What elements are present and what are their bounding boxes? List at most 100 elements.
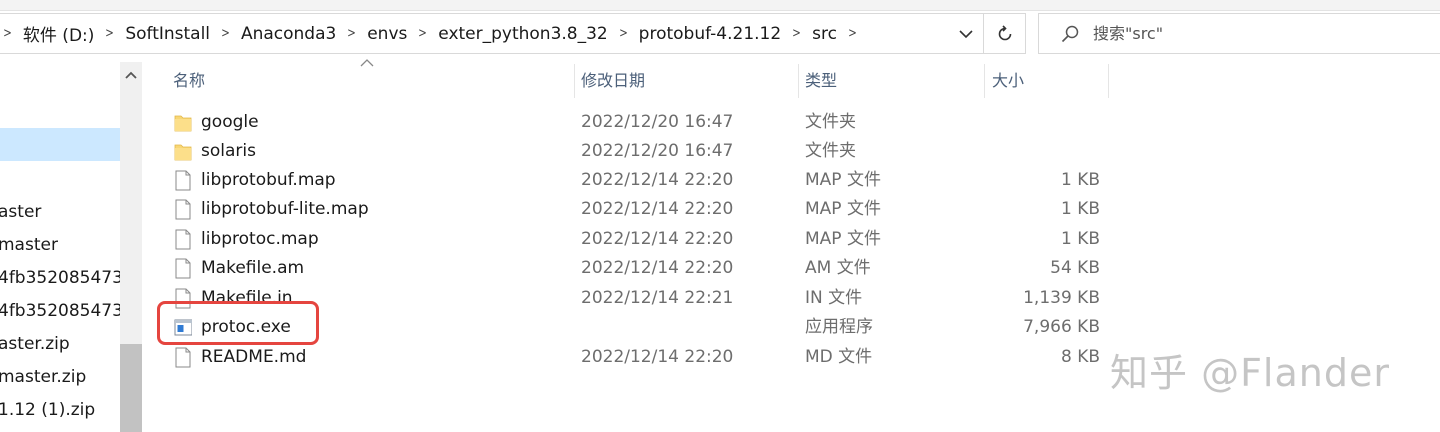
file-icon — [175, 199, 191, 220]
breadcrumb-softinstall[interactable]: SoftInstall — [125, 24, 210, 44]
nav-item[interactable]: aster.zip — [0, 328, 70, 361]
file-size: 1 KB — [1060, 199, 1100, 219]
file-date: 2022/12/20 16:47 — [581, 112, 734, 132]
file-type: MAP 文件 — [805, 170, 881, 190]
column-header-size[interactable]: 大小 — [992, 64, 1024, 98]
nav-item[interactable]: master — [0, 229, 58, 262]
file-icon — [175, 288, 191, 309]
breadcrumb-drive[interactable]: 软件 (D:) — [23, 21, 95, 46]
column-divider[interactable] — [574, 64, 575, 98]
file-size: 7,966 KB — [1023, 317, 1100, 337]
column-divider[interactable] — [1108, 64, 1109, 98]
file-row[interactable]: README.md 2022/12/14 22:20 MD 文件 8 KB — [170, 343, 1110, 372]
chevron-right-icon[interactable]: > — [418, 26, 427, 41]
chevron-right-icon[interactable]: > — [347, 26, 356, 41]
nav-item[interactable]: 4fb3520854736 — [0, 262, 120, 295]
chevron-right-icon[interactable]: > — [792, 26, 801, 41]
file-row[interactable]: libprotobuf-lite.map 2022/12/14 22:20 MA… — [170, 195, 1110, 224]
file-date: 2022/12/14 22:20 — [581, 199, 734, 219]
scrollbar-thumb[interactable] — [120, 344, 142, 432]
nav-scrollbar[interactable] — [120, 62, 142, 432]
watermark: 知乎 @Flander — [1110, 351, 1390, 395]
address-bar[interactable]: > 软件 (D:) > SoftInstall > Anaconda3 > en… — [0, 13, 984, 54]
column-header-type[interactable]: 类型 — [805, 64, 837, 98]
scroll-up-button[interactable] — [120, 62, 142, 88]
refresh-button[interactable] — [984, 13, 1026, 54]
file-size: 54 KB — [1050, 258, 1100, 278]
refresh-icon — [998, 24, 1011, 40]
file-name[interactable]: Makefile.in — [201, 284, 293, 313]
nav-item[interactable]: 4fb3520854736 — [0, 295, 120, 328]
file-name[interactable]: Makefile.am — [201, 254, 304, 283]
sort-ascending-icon — [360, 59, 374, 67]
breadcrumb-envs[interactable]: envs — [367, 24, 407, 44]
search-input[interactable] — [1093, 20, 1413, 46]
chevron-down-icon — [959, 29, 973, 38]
nav-item[interactable]: 1.12 (1).zip — [0, 394, 95, 427]
file-row[interactable]: solaris 2022/12/20 16:47 文件夹 — [170, 137, 1110, 166]
file-type: 应用程序 — [805, 317, 873, 337]
file-date: 2022/12/14 22:21 — [581, 288, 734, 308]
file-row[interactable]: libprotoc.map 2022/12/14 22:20 MAP 文件 1 … — [170, 225, 1110, 254]
file-row[interactable]: Makefile.in 2022/12/14 22:21 IN 文件 1,139… — [170, 284, 1110, 313]
file-size — [940, 137, 1100, 166]
file-icon — [175, 170, 191, 191]
breadcrumb-protobuf[interactable]: protobuf-4.21.12 — [639, 24, 782, 44]
file-name[interactable]: libprotoc.map — [201, 225, 319, 254]
column-header-name[interactable]: 名称 — [173, 64, 205, 98]
file-date: 2022/12/14 22:20 — [581, 229, 734, 249]
search-icon — [1061, 25, 1079, 43]
file-name[interactable]: google — [201, 108, 259, 137]
chevron-up-icon — [125, 71, 137, 79]
file-row[interactable]: google 2022/12/20 16:47 文件夹 — [170, 108, 1110, 137]
file-name[interactable]: libprotobuf.map — [201, 166, 336, 195]
breadcrumb: > 软件 (D:) > SoftInstall > Anaconda3 > en… — [0, 14, 868, 53]
title-bar-strip — [0, 0, 1440, 11]
file-size: 1 KB — [1060, 170, 1100, 190]
file-type: IN 文件 — [805, 288, 863, 308]
file-name[interactable]: libprotobuf-lite.map — [201, 195, 369, 224]
address-history-dropdown[interactable] — [955, 23, 977, 45]
chevron-right-icon[interactable]: > — [848, 26, 857, 41]
breadcrumb-exter-python[interactable]: exter_python3.8_32 — [438, 24, 607, 44]
file-size: 8 KB — [1060, 347, 1100, 367]
column-divider[interactable] — [798, 64, 799, 98]
nav-item[interactable]: aster — [0, 196, 41, 229]
file-icon — [175, 258, 191, 279]
file-type: MAP 文件 — [805, 199, 881, 219]
file-row[interactable]: protoc.exe 应用程序 7,966 KB — [170, 313, 1110, 342]
file-row[interactable]: libprotobuf.map 2022/12/14 22:20 MAP 文件 … — [170, 166, 1110, 195]
column-header-date[interactable]: 修改日期 — [581, 64, 645, 98]
file-type: AM 文件 — [805, 258, 871, 278]
folder-icon — [174, 115, 192, 132]
file-name[interactable]: solaris — [201, 137, 256, 166]
file-name[interactable]: protoc.exe — [201, 313, 291, 342]
file-type: MAP 文件 — [805, 229, 881, 249]
file-icon — [175, 229, 191, 250]
file-date: 2022/12/20 16:47 — [581, 141, 734, 161]
file-size — [940, 108, 1100, 137]
file-type: 文件夹 — [805, 112, 856, 132]
file-name[interactable]: README.md — [201, 343, 306, 372]
file-icon — [175, 347, 191, 368]
breadcrumb-src[interactable]: src — [812, 24, 837, 44]
file-size: 1,139 KB — [1023, 288, 1100, 308]
chevron-right-icon[interactable]: > — [3, 26, 12, 41]
chevron-right-icon[interactable]: > — [105, 26, 114, 41]
column-divider[interactable] — [984, 64, 985, 98]
file-date: 2022/12/14 22:20 — [581, 170, 734, 190]
file-type: 文件夹 — [805, 141, 856, 161]
nav-item[interactable]: master.zip — [0, 361, 86, 394]
chevron-right-icon[interactable]: > — [619, 26, 628, 41]
file-date: 2022/12/14 22:20 — [581, 347, 734, 367]
exe-icon — [174, 319, 192, 336]
file-date: 2022/12/14 22:20 — [581, 258, 734, 278]
folder-icon — [174, 144, 192, 161]
navigation-pane: aster master 4fb3520854736 4fb3520854736… — [0, 62, 120, 432]
file-row[interactable]: Makefile.am 2022/12/14 22:20 AM 文件 54 KB — [170, 254, 1110, 283]
chevron-right-icon[interactable]: > — [221, 26, 230, 41]
search-box[interactable] — [1038, 13, 1440, 54]
nav-selected-item[interactable] — [0, 128, 120, 161]
breadcrumb-anaconda3[interactable]: Anaconda3 — [241, 24, 336, 44]
file-type: MD 文件 — [805, 347, 873, 367]
